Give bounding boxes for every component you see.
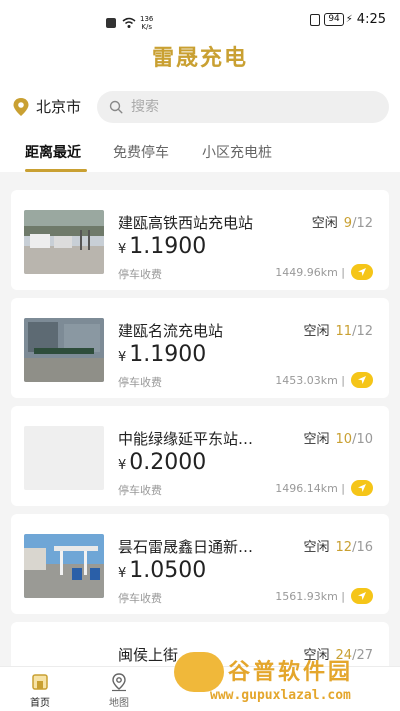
status-bar: 136 K/s 94 ⚡ 4:25 [0, 0, 400, 40]
map-pin-icon [112, 673, 126, 692]
station-name: 中能绿缘延平东站… [118, 430, 254, 448]
parking-fee: 停车收费 [118, 484, 162, 497]
navigate-arrow-icon [358, 268, 366, 276]
navigate-button[interactable] [351, 264, 373, 280]
tab-free-parking[interactable]: 免费停车 [113, 142, 169, 162]
clock: 4:25 [356, 12, 386, 27]
station-photo [24, 210, 104, 274]
station-card[interactable]: 建瓯名流充电站 空闲 11/12 ¥1.1900 停车收费 1453.03km | [11, 298, 389, 398]
filter-tabs: 距离最近 免费停车 小区充电桩 [0, 142, 400, 172]
station-name: 建瓯名流充电站 [118, 322, 224, 340]
availability: 空闲 11/12 [303, 324, 373, 339]
nav-map[interactable]: 地图 [99, 672, 139, 709]
price: ¥0.2000 [118, 450, 207, 475]
watermark-brand: 谷普软件园 [228, 660, 354, 685]
watermark-logo [174, 652, 224, 692]
price: ¥1.0500 [118, 558, 207, 583]
parking-fee: 停车收费 [118, 268, 162, 281]
navigate-button[interactable] [351, 588, 373, 604]
tab-community-charger[interactable]: 小区充电桩 [202, 142, 272, 162]
home-icon [32, 674, 48, 690]
battery-indicator: 94 [324, 13, 344, 26]
watermark: 谷普软件园 www.gupuxlazal.com [170, 648, 400, 711]
vibrate-icon [310, 13, 321, 26]
watermark-url: www.gupuxlazal.com [210, 688, 351, 703]
search-bar[interactable] [97, 91, 389, 123]
navigate-button[interactable] [351, 480, 373, 496]
distance: 1453.03km | [275, 374, 345, 387]
price: ¥1.1900 [118, 234, 207, 259]
charging-icon: ⚡ [345, 14, 353, 25]
availability: 空闲 9/12 [311, 216, 373, 231]
station-card[interactable]: 昙石雷晟鑫日通新… 空闲 12/16 ¥1.0500 停车收费 1561.93km… [11, 514, 389, 614]
distance: 1561.93km | [275, 590, 345, 603]
city-name: 北京市 [36, 98, 82, 116]
nav-home[interactable]: 首页 [20, 672, 60, 709]
station-photo [24, 318, 104, 382]
navigate-button[interactable] [351, 372, 373, 388]
price: ¥1.1900 [118, 342, 207, 367]
notification-icon [106, 18, 116, 28]
active-tab-indicator [25, 169, 87, 172]
search-input[interactable] [131, 99, 351, 115]
station-name: 昙石雷晟鑫日通新… [118, 538, 254, 556]
app-title: 雷晟充电 [151, 46, 248, 71]
search-icon [109, 100, 123, 114]
parking-fee: 停车收费 [118, 376, 162, 389]
nav-home-label: 首页 [30, 698, 50, 709]
wifi-icon [122, 17, 136, 28]
network-speed: 136 K/s [140, 15, 154, 31]
navigate-arrow-icon [358, 376, 366, 384]
navigate-arrow-icon [358, 592, 366, 600]
location-pin-icon [13, 97, 29, 116]
tab-nearest[interactable]: 距离最近 [25, 142, 81, 162]
city-selector[interactable]: 北京市 [12, 96, 81, 117]
availability: 空闲 12/16 [303, 540, 373, 555]
distance: 1496.14km | [275, 482, 345, 495]
distance: 1449.96km | [275, 266, 345, 279]
nav-map-label: 地图 [109, 698, 129, 709]
station-card[interactable]: 建瓯高铁西站充电站 空闲 9/12 ¥1.1900 停车收费 1449.96km … [11, 190, 389, 290]
station-card[interactable]: 中能绿缘延平东站… 空闲 10/10 ¥0.2000 停车收费 1496.14km… [11, 406, 389, 506]
station-photo [24, 534, 104, 598]
navigate-arrow-icon [358, 484, 366, 492]
availability: 空闲 10/10 [303, 432, 373, 447]
station-name: 建瓯高铁西站充电站 [118, 214, 254, 232]
station-photo-placeholder [24, 426, 104, 490]
parking-fee: 停车收费 [118, 592, 162, 605]
